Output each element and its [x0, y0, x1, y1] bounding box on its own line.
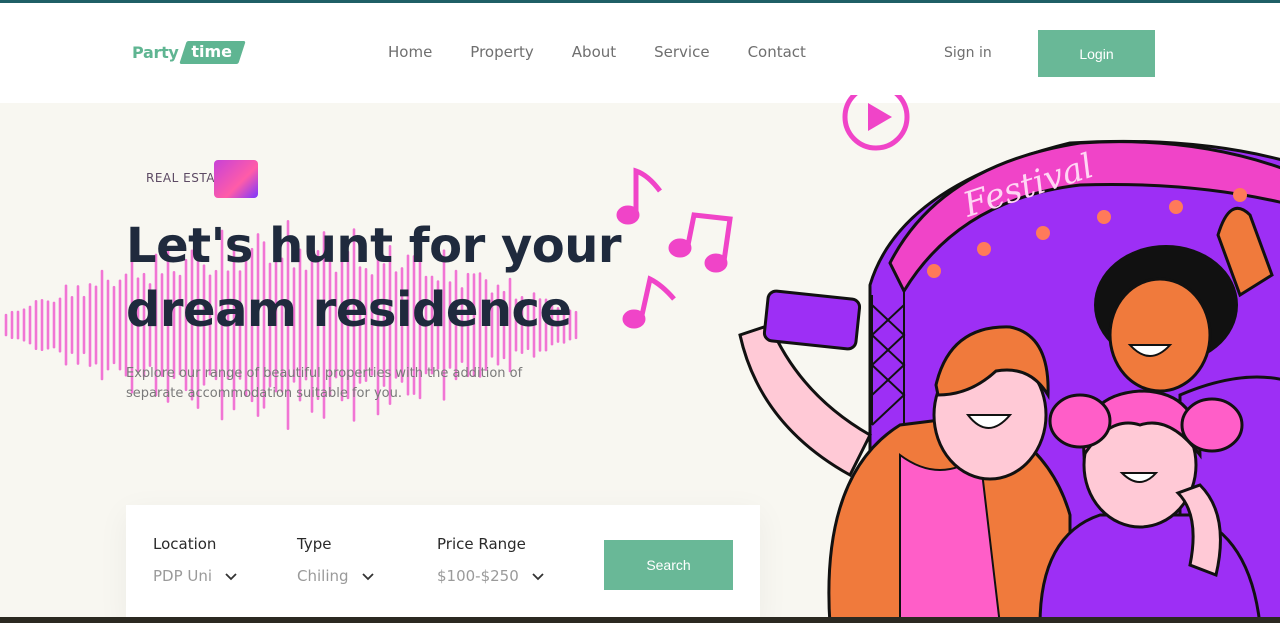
site-header: Party time Home Property About Service C…: [0, 3, 1280, 103]
search-button[interactable]: Search: [604, 540, 733, 590]
location-field: Location PDP Uni: [153, 535, 238, 585]
nav-home[interactable]: Home: [388, 43, 432, 61]
location-dropdown[interactable]: PDP Uni: [153, 567, 238, 585]
chevron-down-icon: [225, 573, 237, 581]
type-field: Type Chiling: [297, 535, 375, 585]
nav-property[interactable]: Property: [470, 43, 533, 61]
hero-title: Let's hunt for your dream residence: [126, 218, 622, 338]
chevron-down-icon: [361, 573, 374, 581]
eyebrow-tag: REAL ESTATE: [126, 160, 260, 198]
bottom-bar: [0, 617, 1280, 623]
price-range-dropdown[interactable]: $100-$250: [437, 567, 545, 585]
type-value: Chiling: [297, 567, 349, 585]
type-dropdown[interactable]: Chiling: [297, 567, 375, 585]
nav-service[interactable]: Service: [654, 43, 709, 61]
logo-word-1: Party: [132, 43, 179, 62]
price-range-field: Price Range $100-$250: [437, 535, 545, 585]
signin-link[interactable]: Sign in: [944, 45, 992, 61]
type-label: Type: [297, 535, 332, 553]
nav-contact[interactable]: Contact: [748, 43, 806, 61]
location-value: PDP Uni: [153, 567, 213, 585]
hero-description: Explore our range of beautiful propertie…: [126, 366, 523, 401]
music-notes-icon: [616, 167, 733, 329]
eyebrow-thumbnail-image: [214, 160, 258, 198]
login-button[interactable]: Login: [1038, 30, 1155, 77]
logo-word-2: time: [190, 42, 232, 61]
logo-word-2-badge: time: [178, 41, 245, 64]
price-range-value: $100-$250: [437, 567, 519, 585]
nav-about[interactable]: About: [572, 43, 616, 61]
location-label: Location: [153, 535, 217, 553]
price-range-label: Price Range: [437, 535, 526, 553]
brand-logo[interactable]: Party time: [132, 41, 245, 64]
chevron-down-icon: [532, 573, 544, 581]
main-nav: Home Property About Service Contact: [388, 43, 844, 61]
property-search-card: Location PDP Uni Type Chiling Price Rang…: [126, 505, 760, 623]
play-icon: [842, 95, 910, 151]
